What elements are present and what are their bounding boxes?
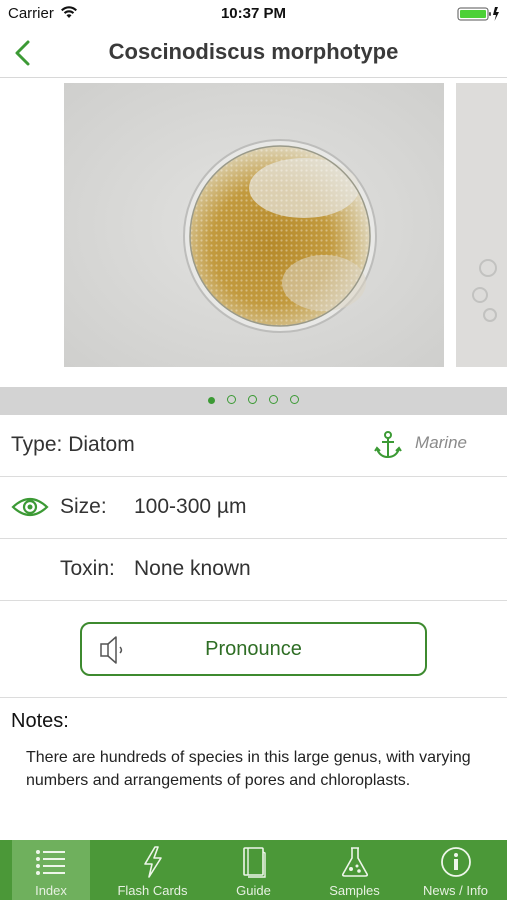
- toxin-row: Toxin: None known: [0, 539, 507, 601]
- tab-bar: Index Flash Cards Guide Samples News / I…: [0, 840, 507, 900]
- book-icon: [203, 846, 304, 880]
- pronounce-button[interactable]: Pronounce: [80, 622, 427, 676]
- tab-news-info[interactable]: News / Info: [405, 840, 506, 900]
- chevron-left-icon: [15, 40, 30, 66]
- page-dot-1[interactable]: [208, 397, 215, 404]
- page-dot-5[interactable]: [290, 395, 299, 404]
- page-indicator: [0, 387, 507, 415]
- image-gallery[interactable]: [0, 79, 507, 387]
- tab-index-label: Index: [35, 883, 67, 898]
- pronounce-label: Pronounce: [205, 638, 302, 660]
- eye-icon: [11, 493, 49, 521]
- size-row: Size: 100-300 µm: [0, 477, 507, 539]
- size-value: 100-300 µm: [134, 495, 247, 518]
- battery-icon: [457, 6, 501, 26]
- tab-guide[interactable]: Guide: [203, 840, 304, 900]
- type-row: Type: Diatom Marine: [0, 415, 507, 477]
- type-label: Type: Diatom: [11, 433, 135, 456]
- notes-heading: Notes:: [11, 710, 69, 732]
- page-title: Coscinodiscus morphotype: [108, 39, 399, 64]
- navigation-bar: Coscinodiscus morphotype: [0, 28, 507, 78]
- info-icon: [405, 846, 506, 880]
- toxin-label: Toxin:: [60, 557, 115, 580]
- lightning-icon: [102, 846, 203, 880]
- page-dot-4[interactable]: [269, 395, 278, 404]
- tab-flash-cards[interactable]: Flash Cards: [102, 840, 203, 900]
- page-dot-3[interactable]: [248, 395, 257, 404]
- back-button[interactable]: [10, 38, 38, 68]
- tab-index[interactable]: Index: [12, 840, 90, 900]
- flask-icon: [304, 846, 405, 880]
- page-dot-2[interactable]: [227, 395, 236, 404]
- status-bar: Carrier 10:37 PM: [0, 0, 507, 28]
- clock: 10:37 PM: [220, 5, 287, 22]
- tab-samples[interactable]: Samples: [304, 840, 405, 900]
- list-icon: [12, 846, 90, 880]
- tab-news-info-label: News / Info: [422, 883, 489, 898]
- specimen-photo: [64, 83, 444, 367]
- tab-flash-cards-label: Flash Cards: [117, 883, 188, 898]
- tab-samples-label: Samples: [329, 883, 380, 898]
- habitat-label: Marine: [415, 433, 467, 452]
- pronounce-section: Pronounce: [0, 601, 507, 698]
- tab-guide-label: Guide: [236, 883, 271, 898]
- next-specimen-photo: [456, 83, 507, 367]
- toxin-value: None known: [134, 557, 251, 580]
- notes-text: There are hundreds of species in this la…: [26, 749, 471, 789]
- anchor-icon: [372, 429, 404, 461]
- size-label: Size:: [60, 495, 107, 518]
